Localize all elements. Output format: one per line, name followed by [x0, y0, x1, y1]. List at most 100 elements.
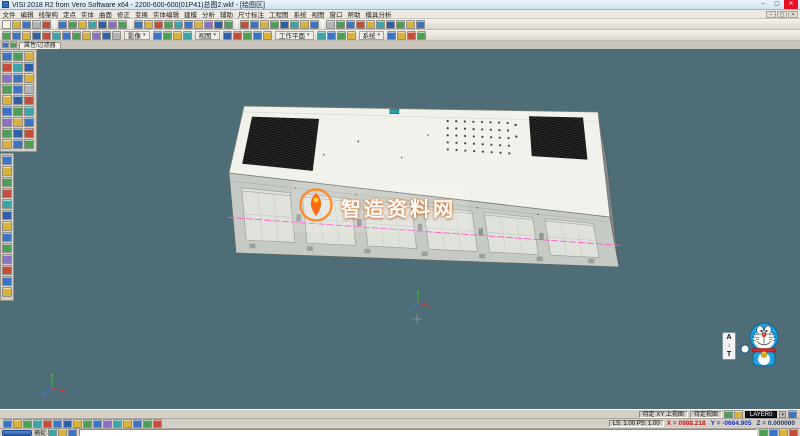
toolbar-icon[interactable] [327, 31, 336, 40]
toolbar-icon[interactable] [260, 20, 269, 29]
toolbar-icon[interactable] [164, 20, 173, 29]
toolbar-icon[interactable] [23, 419, 32, 428]
toolbar-icon[interactable] [300, 20, 309, 29]
menu-item[interactable]: 编辑 [18, 9, 36, 19]
toolbar-icon[interactable] [118, 20, 127, 29]
menu-item[interactable]: 窗口 [327, 9, 345, 19]
menu-item[interactable]: 辅助 [218, 9, 236, 19]
dropdown-views[interactable]: 视图▾ [195, 31, 221, 40]
toolbar-icon[interactable] [347, 31, 356, 40]
toolbar-icon[interactable] [386, 20, 395, 29]
toolbar-icon[interactable] [13, 117, 23, 127]
toolbar-icon[interactable] [224, 20, 233, 29]
toolbar-icon[interactable] [2, 177, 12, 187]
menu-item[interactable]: 实体编辑 [151, 9, 182, 19]
view-reference[interactable]: 待定 XY 上视图 [639, 411, 688, 418]
toolbar-icon[interactable] [2, 199, 12, 209]
toolbar-icon[interactable] [12, 31, 21, 40]
toolbar-icon[interactable] [13, 139, 23, 149]
toolbar-icon[interactable] [250, 20, 259, 29]
mdi-close-button[interactable]: ✕ [788, 11, 798, 18]
toolbar-icon[interactable] [13, 95, 23, 105]
toolbar-icon[interactable] [337, 31, 346, 40]
toolbar-icon[interactable] [13, 419, 22, 428]
close-button[interactable]: ✕ [784, 0, 798, 9]
minimize-button[interactable]: – [756, 0, 770, 9]
toolbar-icon[interactable] [789, 428, 798, 436]
toolbar-icon[interactable] [387, 31, 396, 40]
mdi-minimize-button[interactable]: – [766, 11, 776, 18]
toolbar-icon[interactable] [13, 106, 23, 116]
toolbar-icon[interactable] [317, 31, 326, 40]
toolbar-icon[interactable] [22, 31, 31, 40]
layer-dropdown-arrow[interactable]: ▾ [779, 411, 786, 418]
toolbar-icon[interactable] [2, 31, 11, 40]
menu-item[interactable]: 模具分析 [363, 9, 394, 19]
toolbar-icon[interactable] [233, 31, 242, 40]
toolbar-icon[interactable] [24, 106, 34, 116]
viewport-3d[interactable]: 智造资料网 A ↕ T [0, 49, 800, 409]
menu-item[interactable]: 修正 [115, 9, 133, 19]
toolbar-icon[interactable] [214, 20, 223, 29]
toolbar-icon[interactable] [2, 41, 9, 48]
toolbar-icon[interactable] [24, 95, 34, 105]
toolbar-icon[interactable] [397, 31, 406, 40]
toolbar-icon[interactable] [2, 287, 12, 297]
menu-item[interactable]: 建模 [182, 9, 200, 19]
toolbar-icon[interactable] [2, 166, 12, 176]
dropdown-workplane[interactable]: 工作平面▾ [275, 31, 314, 40]
toolbar-icon[interactable] [103, 419, 112, 428]
menu-item[interactable]: 实体 [79, 9, 97, 19]
toolbar-icon[interactable] [24, 128, 34, 138]
dropdown-imaging[interactable]: 影像▾ [124, 31, 150, 40]
toolbar-icon[interactable] [326, 20, 335, 29]
toolbar-icon[interactable] [113, 419, 122, 428]
mdi-restore-button[interactable]: ▢ [777, 11, 787, 18]
toolbar-icon[interactable] [183, 31, 192, 40]
menu-item[interactable]: 变换 [133, 9, 151, 19]
toolbar-icon[interactable] [2, 221, 12, 231]
toolbar-icon[interactable] [88, 20, 97, 29]
toolbar-icon[interactable] [356, 20, 365, 29]
toolbar-icon[interactable] [24, 62, 34, 72]
toolbar-icon[interactable] [376, 20, 385, 29]
toolbar-icon[interactable] [253, 31, 262, 40]
toolbar-icon[interactable] [240, 20, 249, 29]
toolbar-icon[interactable] [174, 20, 183, 29]
view-cube-top-label[interactable]: A [726, 334, 731, 341]
active-layer[interactable]: LAYER0 [745, 411, 778, 418]
toolbar-icon[interactable] [173, 31, 182, 40]
toolbar-icon[interactable] [346, 20, 355, 29]
menu-item[interactable]: 线架构 [36, 9, 61, 19]
toolbar-icon[interactable] [2, 62, 12, 72]
toolbar-icon[interactable] [134, 20, 143, 29]
toolbar-icon[interactable] [2, 84, 12, 94]
toolbar-icon[interactable] [153, 419, 162, 428]
toolbar-icon[interactable] [406, 20, 415, 29]
toolbar-icon[interactable] [144, 20, 153, 29]
toolbar-icon[interactable] [2, 139, 12, 149]
toolbar-icon[interactable] [82, 31, 91, 40]
menu-item[interactable]: 分析 [200, 9, 218, 19]
toolbar-icon[interactable] [2, 188, 12, 198]
toolbar-icon[interactable] [32, 31, 41, 40]
toolbar-icon[interactable] [290, 20, 299, 29]
menu-item[interactable]: 视图 [309, 9, 327, 19]
toolbar-icon[interactable] [2, 265, 12, 275]
toolbar-icon[interactable] [93, 419, 102, 428]
view-cube-bottom-label[interactable]: T [727, 351, 731, 358]
toolbar-icon[interactable] [24, 73, 34, 83]
maximize-button[interactable]: ▢ [770, 0, 784, 9]
toolbar-icon[interactable] [2, 232, 12, 242]
toolbar-icon[interactable] [2, 128, 12, 138]
tab-properties-filter[interactable]: 属性/过滤器 [19, 42, 61, 49]
menu-item[interactable]: 定点 [61, 9, 79, 19]
toolbar-icon[interactable] [13, 62, 23, 72]
toolbar-icon[interactable] [163, 31, 172, 40]
toolbar-icon[interactable] [194, 20, 203, 29]
toolbar-icon[interactable] [416, 20, 425, 29]
toolbar-icon[interactable] [83, 419, 92, 428]
command-indicator[interactable] [2, 430, 32, 436]
toolbar-icon[interactable] [58, 428, 67, 436]
toolbar-icon[interactable] [24, 84, 34, 94]
